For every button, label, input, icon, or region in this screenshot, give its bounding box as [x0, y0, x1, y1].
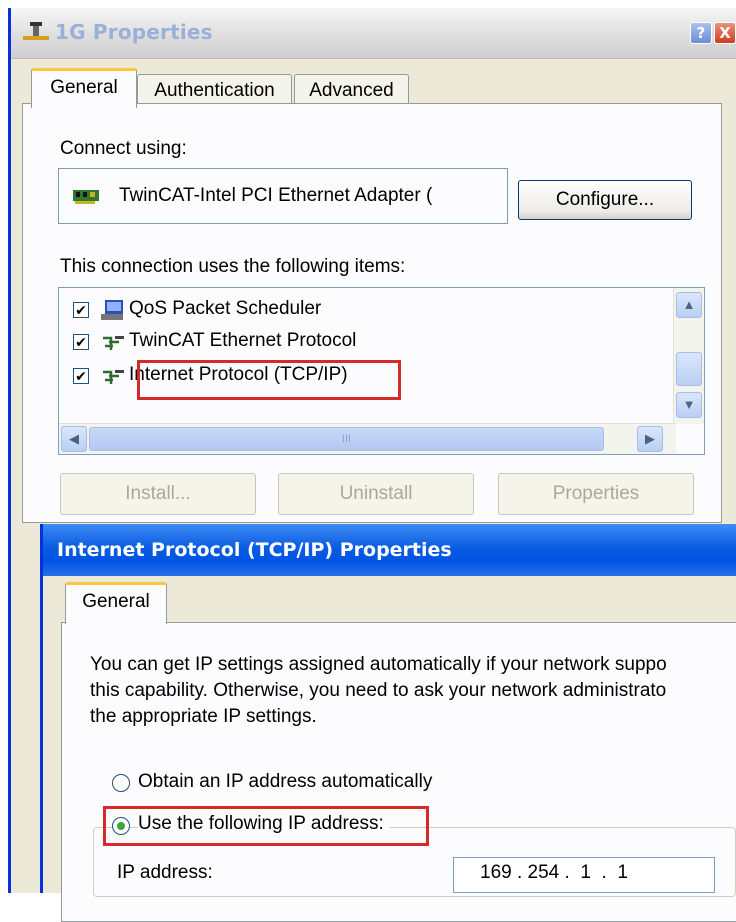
connect-using-label: Connect using: [60, 138, 187, 159]
description-line: You can get IP settings assigned automat… [90, 654, 667, 675]
ip-address-label: IP address: [117, 862, 213, 883]
window-title: Internet Protocol (TCP/IP) Properties [57, 539, 452, 561]
checkbox[interactable]: ✔ [73, 334, 89, 350]
protocol-icon [103, 370, 124, 384]
scroll-up-button[interactable]: ▲ [676, 292, 702, 318]
adapter-field: TwinCAT-Intel PCI Ethernet Adapter ( [58, 168, 508, 224]
install-button[interactable]: Install... [60, 473, 256, 515]
obtain-ip-automatically-radio[interactable] [112, 774, 130, 792]
scroll-thumb[interactable] [676, 352, 702, 386]
tab-general[interactable]: General [31, 68, 137, 108]
scroll-right-button[interactable]: ▶ [637, 426, 663, 452]
close-button[interactable]: X [714, 22, 736, 44]
network-connection-icon [23, 22, 49, 40]
configure-button[interactable]: Configure... [518, 180, 692, 220]
title-bar[interactable]: Internet Protocol (TCP/IP) Properties [43, 524, 736, 576]
uninstall-button[interactable]: Uninstall [278, 473, 474, 515]
help-button[interactable]: ? [690, 22, 712, 44]
network-computer-icon [101, 300, 123, 320]
selection-highlight-box [103, 806, 429, 846]
obtain-ip-automatically-label[interactable]: Obtain an IP address automatically [138, 771, 432, 793]
horizontal-scrollbar[interactable]: ◀ III ▶ [59, 423, 676, 454]
title-bar[interactable]: 1G Properties ? X [11, 8, 736, 59]
selection-highlight-box [137, 360, 401, 400]
scroll-left-button[interactable]: ◀ [61, 426, 87, 452]
description-line: the appropriate IP settings. [90, 706, 317, 727]
adapter-name: TwinCAT-Intel PCI Ethernet Adapter ( [119, 185, 433, 206]
checkbox[interactable]: ✔ [73, 368, 89, 384]
description-line: this capability. Otherwise, you need to … [90, 680, 667, 701]
checkbox[interactable]: ✔ [73, 302, 89, 318]
tab-general[interactable]: General [65, 582, 167, 624]
horizontal-scroll-thumb[interactable]: III [89, 427, 604, 451]
protocol-icon [103, 336, 124, 350]
scroll-down-button[interactable]: ▼ [676, 392, 702, 418]
item-label: TwinCAT Ethernet Protocol [129, 330, 357, 351]
properties-button[interactable]: Properties [498, 473, 694, 515]
item-label: QoS Packet Scheduler [129, 298, 322, 319]
items-label: This connection uses the following items… [60, 256, 406, 277]
vertical-scrollbar[interactable]: ▲ ▼ [673, 288, 704, 424]
window-title: 1G Properties [55, 20, 213, 44]
ip-address-input[interactable]: 169 . 254 . 1 . 1 [453, 857, 715, 893]
network-adapter-icon [73, 190, 99, 204]
description-text: You can get IP settings assigned automat… [90, 652, 667, 730]
